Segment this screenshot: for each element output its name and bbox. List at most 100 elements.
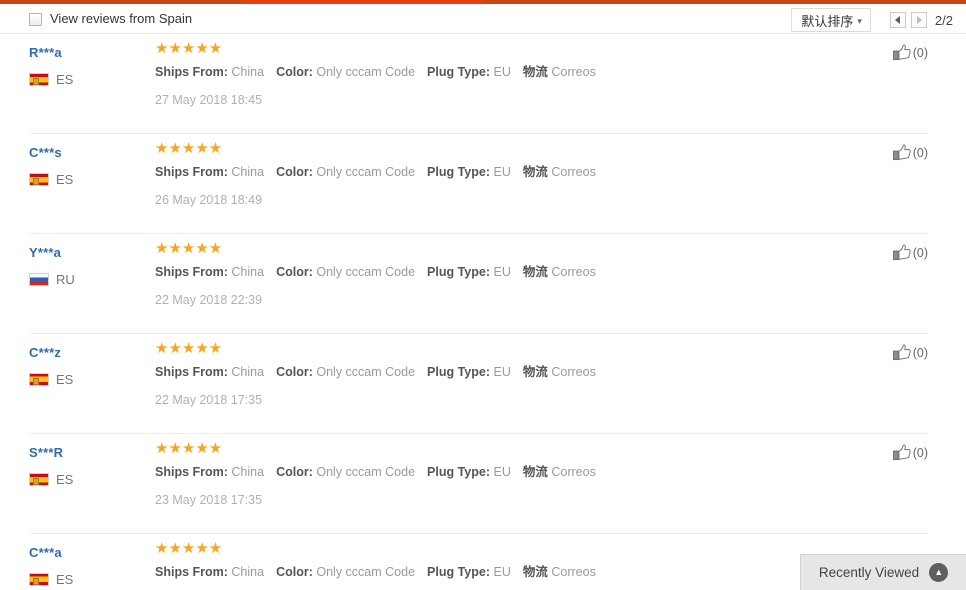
review-item: Y***a RU ★★★★★ Ships From: China Color: Only… <box>29 234 928 334</box>
reviews-header: View reviews from Spain 默认排序 ▾ 2/2 <box>0 4 966 34</box>
recently-viewed-label: Recently Viewed <box>818 565 920 580</box>
attr-value-plug-type: EU <box>493 65 511 79</box>
thumbs-up-icon <box>892 444 912 461</box>
rating-stars: ★★★★★ <box>155 340 223 357</box>
attr-key-logistics: 物流 <box>522 65 548 79</box>
pagination: 2/2 <box>889 12 953 28</box>
rating-stars: ★★★★★ <box>155 540 223 557</box>
attr-value-plug-type: EU <box>493 565 511 579</box>
country-code: ES <box>56 72 74 87</box>
thumbs-up-icon <box>892 44 912 61</box>
review-author-country: ES <box>29 473 149 486</box>
review-attributes: Ships From: China Color: Only cccam Code P… <box>155 364 858 380</box>
review-like-button[interactable]: (0) <box>892 244 928 261</box>
attr-key-color: Color: <box>276 365 313 379</box>
attr-key-ships-from: Ships From: <box>155 565 228 579</box>
review-author-country: ES <box>29 173 149 186</box>
review-author-country: ES <box>29 573 149 586</box>
review-body: ★★★★★ Ships From: China Color: Only cccam … <box>155 234 858 308</box>
thumbs-up-icon <box>892 344 912 361</box>
review-author: S***R ES <box>29 444 149 486</box>
attr-value-logistics: Correos <box>551 265 596 279</box>
country-code: ES <box>56 572 74 587</box>
review-author-name[interactable]: C***z <box>29 345 61 360</box>
attr-value-ships-from: China <box>231 565 265 579</box>
review-date: 22 May 2018 22:39 <box>155 293 263 307</box>
review-item: C***s ES ★★★★★ Ships From: China Color: Only… <box>29 134 928 234</box>
review-attributes: Ships From: China Color: Only cccam Code P… <box>155 264 858 280</box>
attr-value-ships-from: China <box>231 365 265 379</box>
attr-key-plug-type: Plug Type: <box>427 565 490 579</box>
pagination-next-button[interactable] <box>910 12 927 28</box>
attr-value-color: Only cccam Code <box>316 565 416 579</box>
review-list: R***a ES ★★★★★ Ships From: China Color: Only… <box>0 34 966 590</box>
review-author-country: ES <box>29 73 149 86</box>
review-like-count: (0) <box>912 345 928 360</box>
attr-value-logistics: Correos <box>551 365 596 379</box>
review-item: C***z ES ★★★★★ Ships From: China Color: Only… <box>29 334 928 434</box>
attr-key-color: Color: <box>276 65 313 79</box>
review-like-button[interactable]: (0) <box>892 44 928 61</box>
attr-key-color: Color: <box>276 265 313 279</box>
review-author: Y***a RU <box>29 244 149 286</box>
review-like-button[interactable]: (0) <box>892 344 928 361</box>
review-author-name[interactable]: C***s <box>29 145 62 160</box>
attr-key-logistics: 物流 <box>522 565 548 579</box>
rating-stars: ★★★★★ <box>155 140 223 157</box>
country-flag-icon <box>29 573 49 586</box>
attr-key-plug-type: Plug Type: <box>427 165 490 179</box>
attr-value-ships-from: China <box>231 265 265 279</box>
attr-key-ships-from: Ships From: <box>155 265 228 279</box>
country-code: ES <box>56 372 74 387</box>
country-flag-icon <box>29 273 49 286</box>
attr-key-plug-type: Plug Type: <box>427 265 490 279</box>
review-like-button[interactable]: (0) <box>892 444 928 461</box>
country-flag-icon <box>29 473 49 486</box>
attr-key-plug-type: Plug Type: <box>427 65 490 79</box>
view-reviews-label: View reviews from Spain <box>50 11 193 26</box>
review-author-country: RU <box>29 273 149 286</box>
review-body: ★★★★★ Ships From: China Color: Only cccam … <box>155 34 858 108</box>
attr-value-logistics: Correos <box>551 65 596 79</box>
review-attributes: Ships From: China Color: Only cccam Code P… <box>155 464 858 480</box>
review-like-count: (0) <box>912 445 928 460</box>
pagination-count: 2/2 <box>934 12 953 28</box>
review-like-count: (0) <box>912 145 928 160</box>
review-author-name[interactable]: Y***a <box>29 245 61 260</box>
attr-key-color: Color: <box>276 165 313 179</box>
review-author: C***s ES <box>29 144 149 186</box>
triangle-right-icon <box>916 16 922 24</box>
review-date: 22 May 2018 17:35 <box>155 393 263 407</box>
view-reviews-checkbox[interactable] <box>29 12 42 26</box>
review-body: ★★★★★ Ships From: China Color: Only cccam … <box>155 334 858 408</box>
attr-value-ships-from: China <box>231 165 265 179</box>
pagination-prev-button[interactable] <box>889 12 906 28</box>
review-like-count: (0) <box>912 45 928 60</box>
review-item: R***a ES ★★★★★ Ships From: China Color: Only… <box>29 34 928 134</box>
recently-viewed-widget[interactable]: Recently Viewed ▲ <box>800 554 966 590</box>
sort-dropdown[interactable]: 默认排序 ▾ <box>791 8 871 32</box>
attr-value-color: Only cccam Code <box>316 65 416 79</box>
thumbs-up-icon <box>892 244 912 261</box>
review-author-name[interactable]: C***a <box>29 545 62 560</box>
review-author-name[interactable]: R***a <box>29 45 62 60</box>
header-controls: 默认排序 ▾ 2/2 <box>791 8 966 32</box>
review-date: 26 May 2018 18:49 <box>155 193 263 207</box>
attr-key-plug-type: Plug Type: <box>427 465 490 479</box>
review-author: R***a ES <box>29 44 149 86</box>
review-author-name[interactable]: S***R <box>29 445 63 460</box>
attr-value-logistics: Correos <box>551 165 596 179</box>
review-like-button[interactable]: (0) <box>892 144 928 161</box>
attr-value-color: Only cccam Code <box>316 365 416 379</box>
attr-value-plug-type: EU <box>493 465 511 479</box>
attr-key-ships-from: Ships From: <box>155 465 228 479</box>
thumbs-up-icon <box>892 144 912 161</box>
review-date: 23 May 2018 17:35 <box>155 493 263 507</box>
country-flag-icon <box>29 173 49 186</box>
rating-stars: ★★★★★ <box>155 240 223 257</box>
rating-stars: ★★★★★ <box>155 440 223 457</box>
chevron-up-icon[interactable]: ▲ <box>929 563 949 582</box>
review-author: C***z ES <box>29 344 149 386</box>
attr-value-ships-from: China <box>231 65 265 79</box>
view-reviews-from-country-filter[interactable]: View reviews from Spain <box>29 12 192 26</box>
